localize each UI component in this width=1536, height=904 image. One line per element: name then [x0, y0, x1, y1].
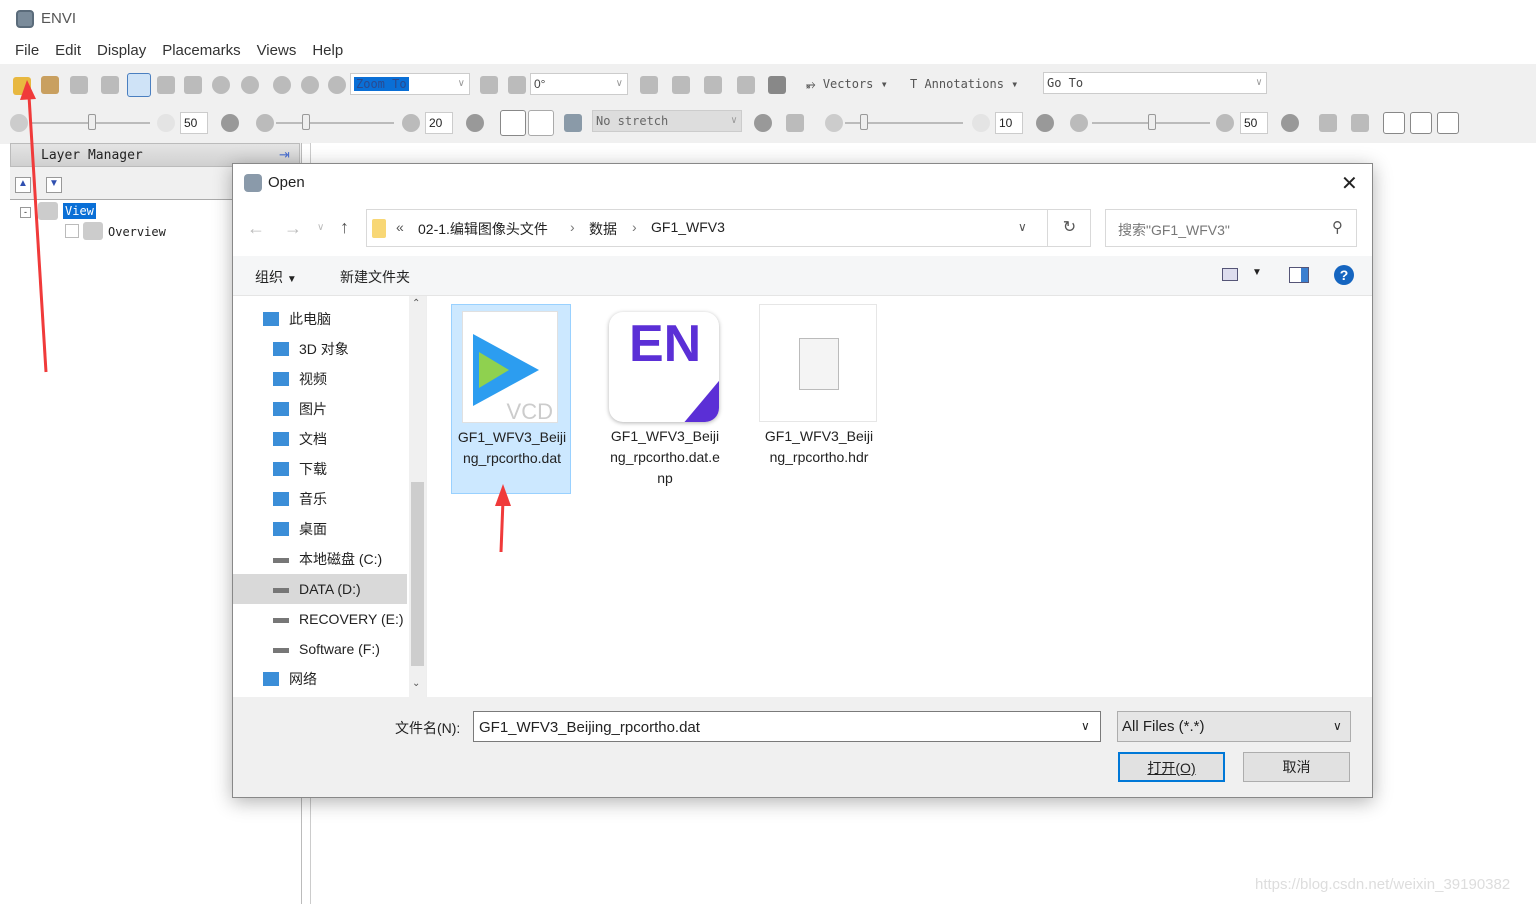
- red-arrow-to-open-icon: [20, 80, 48, 373]
- red-arrow-to-dat-file: [495, 484, 511, 553]
- annotation-arrows: [20, 80, 511, 553]
